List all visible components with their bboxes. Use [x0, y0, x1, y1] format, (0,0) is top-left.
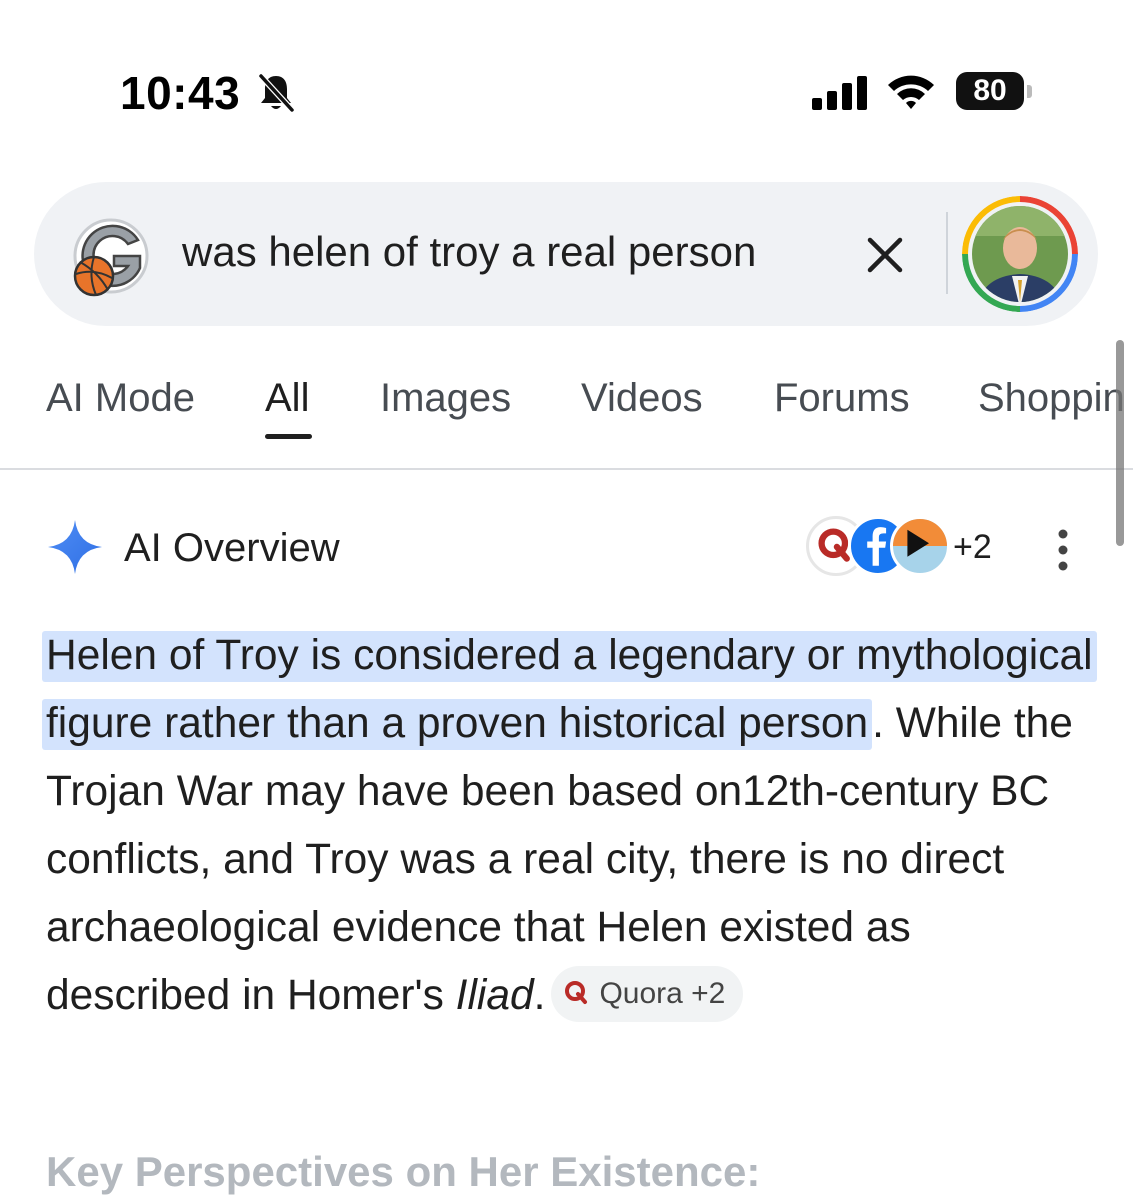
tab-shopping[interactable]: Shoppin	[978, 376, 1125, 421]
tab-forums[interactable]: Forums	[774, 376, 910, 421]
battery-level: 80	[956, 72, 1024, 110]
tabs-divider	[0, 468, 1133, 470]
scrollbar[interactable]	[1116, 340, 1124, 546]
search-tabs: AI Mode All Images Videos Forums Shoppin	[0, 340, 1133, 470]
wifi-icon	[888, 75, 934, 109]
tab-images[interactable]: Images	[380, 376, 511, 421]
search-input[interactable]: was helen of troy a real person	[182, 228, 756, 276]
active-tab-indicator	[265, 434, 312, 439]
clear-icon[interactable]	[856, 226, 914, 284]
tab-all[interactable]: All	[265, 376, 309, 421]
gemini-sparkle-icon	[48, 520, 102, 574]
gamecast-logo[interactable]	[68, 216, 154, 302]
iliad-title: Iliad	[455, 972, 534, 1019]
section-heading: Key Perspectives on Her Existence:	[46, 1148, 761, 1195]
ai-overview-title: AI Overview	[124, 526, 340, 570]
battery-icon: 80	[956, 72, 1036, 112]
sources-stack[interactable]	[806, 516, 952, 578]
video-source-icon	[890, 516, 950, 576]
quora-chip-icon	[565, 980, 588, 1004]
ai-overview-text: Helen of Troy is considered a legendary …	[42, 622, 1106, 1030]
chip-label: Quora +2	[599, 976, 726, 1010]
tab-videos[interactable]: Videos	[581, 376, 703, 421]
cellular-signal-icon	[812, 76, 867, 110]
bell-slash-icon	[258, 73, 295, 113]
status-time: 10:43	[120, 67, 241, 119]
quora-source-chip[interactable]: Quora +2	[551, 965, 744, 1022]
status-bar: 10:43 80	[0, 0, 1133, 150]
overview-tail: .	[533, 972, 546, 1019]
tab-ai-mode[interactable]: AI Mode	[46, 376, 195, 421]
more-options-icon[interactable]	[1048, 526, 1078, 574]
search-divider	[946, 212, 948, 294]
profile-avatar[interactable]	[962, 196, 1078, 312]
sources-count[interactable]: +2	[953, 528, 992, 567]
